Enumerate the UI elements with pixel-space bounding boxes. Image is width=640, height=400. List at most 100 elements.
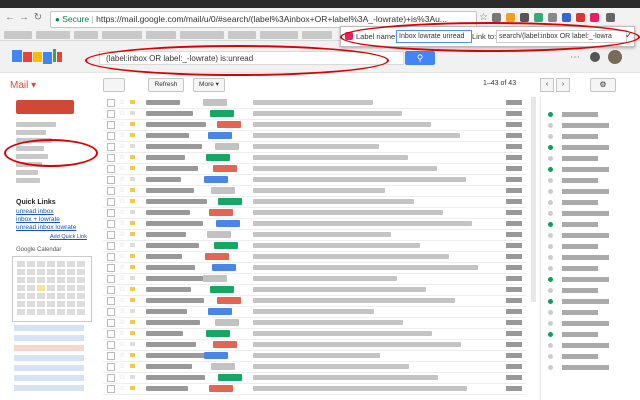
row-checkbox[interactable] — [107, 121, 115, 129]
apps-grid-icon[interactable]: ⋯ — [570, 52, 580, 63]
importance-marker-icon[interactable] — [130, 199, 135, 203]
bookmark-item[interactable] — [260, 31, 298, 39]
row-checkbox[interactable] — [107, 165, 115, 173]
bookmark-item[interactable] — [228, 31, 256, 39]
calendar-day[interactable] — [47, 269, 55, 275]
row-checkbox[interactable] — [107, 264, 115, 272]
extension-icon[interactable] — [492, 13, 501, 22]
agenda-item[interactable] — [14, 365, 84, 371]
calendar-day[interactable] — [57, 261, 65, 267]
star-icon[interactable]: ☆ — [119, 208, 125, 216]
importance-marker-icon[interactable] — [130, 353, 135, 357]
agenda-item[interactable] — [14, 335, 84, 341]
calendar-day[interactable] — [37, 309, 45, 315]
calendar-day[interactable] — [27, 301, 35, 307]
calendar-day[interactable] — [27, 293, 35, 299]
importance-marker-icon[interactable] — [130, 100, 135, 104]
settings-button[interactable]: ⚙ — [590, 78, 616, 92]
importance-marker-icon[interactable] — [130, 364, 135, 368]
extension-icon[interactable] — [590, 13, 599, 22]
notifications-icon[interactable] — [590, 52, 600, 62]
importance-marker-icon[interactable] — [130, 342, 135, 346]
star-icon[interactable]: ☆ — [119, 219, 125, 227]
importance-marker-icon[interactable] — [130, 177, 135, 181]
quick-link[interactable]: unread inbox lowrate — [16, 224, 76, 231]
calendar-day[interactable] — [67, 261, 75, 267]
forward-icon[interactable]: → — [18, 12, 30, 24]
star-icon[interactable]: ☆ — [119, 318, 125, 326]
calendar-day[interactable] — [27, 285, 35, 291]
star-icon[interactable]: ☆ — [119, 340, 125, 348]
message-row[interactable]: ☆ — [103, 383, 526, 395]
bookmark-item[interactable] — [36, 31, 70, 39]
bookmark-item[interactable] — [4, 31, 32, 39]
row-checkbox[interactable] — [107, 110, 115, 118]
row-checkbox[interactable] — [107, 209, 115, 217]
row-checkbox[interactable] — [107, 143, 115, 151]
extension-icon[interactable] — [576, 13, 585, 22]
calendar-day[interactable] — [27, 309, 35, 315]
quick-link[interactable]: inbox + lowrate — [16, 216, 60, 223]
select-all-checkbox[interactable] — [103, 78, 125, 92]
row-checkbox[interactable] — [107, 319, 115, 327]
calendar-day[interactable] — [67, 309, 75, 315]
row-checkbox[interactable] — [107, 385, 115, 393]
star-icon[interactable]: ☆ — [119, 131, 125, 139]
sidebar-item[interactable] — [16, 170, 38, 175]
agenda-item[interactable] — [14, 385, 84, 391]
calendar-day[interactable] — [17, 269, 25, 275]
calendar-day[interactable] — [27, 277, 35, 283]
importance-marker-icon[interactable] — [130, 188, 135, 192]
row-checkbox[interactable] — [107, 297, 115, 305]
calendar-day[interactable] — [47, 301, 55, 307]
row-checkbox[interactable] — [107, 341, 115, 349]
compose-button[interactable] — [16, 100, 74, 114]
row-checkbox[interactable] — [107, 176, 115, 184]
calendar-day[interactable] — [47, 309, 55, 315]
calendar-day[interactable] — [67, 269, 75, 275]
importance-marker-icon[interactable] — [130, 221, 135, 225]
calendar-day[interactable] — [77, 261, 85, 267]
extension-icon[interactable] — [562, 13, 571, 22]
refresh-button[interactable]: Refresh — [148, 78, 184, 92]
importance-marker-icon[interactable] — [130, 111, 135, 115]
calendar-day[interactable] — [57, 285, 65, 291]
star-icon[interactable]: ☆ — [119, 197, 125, 205]
calendar-day[interactable] — [57, 277, 65, 283]
importance-marker-icon[interactable] — [130, 386, 135, 390]
row-checkbox[interactable] — [107, 242, 115, 250]
star-icon[interactable]: ☆ — [119, 186, 125, 194]
extension-icon[interactable] — [506, 13, 515, 22]
back-icon[interactable]: ← — [4, 12, 16, 24]
extension-icon[interactable] — [534, 13, 543, 22]
importance-marker-icon[interactable] — [130, 254, 135, 258]
star-icon[interactable]: ☆ — [119, 109, 125, 117]
calendar-day[interactable] — [37, 285, 45, 291]
calendar-day[interactable] — [17, 285, 25, 291]
mail-switcher[interactable]: Mail ▾ — [10, 80, 36, 91]
sidebar-item[interactable] — [16, 122, 56, 127]
calendar-day[interactable] — [67, 293, 75, 299]
agenda-item[interactable] — [14, 375, 84, 381]
row-checkbox[interactable] — [107, 198, 115, 206]
star-icon[interactable]: ☆ — [119, 274, 125, 282]
row-checkbox[interactable] — [107, 330, 115, 338]
star-icon[interactable]: ☆ — [119, 307, 125, 315]
star-icon[interactable]: ☆ — [119, 120, 125, 128]
row-checkbox[interactable] — [107, 275, 115, 283]
bookmark-item[interactable] — [180, 31, 224, 39]
star-icon[interactable]: ☆ — [119, 241, 125, 249]
star-icon[interactable]: ☆ — [119, 153, 125, 161]
star-icon[interactable]: ☆ — [119, 329, 125, 337]
calendar-day[interactable] — [17, 309, 25, 315]
star-icon[interactable]: ☆ — [119, 98, 125, 106]
reload-icon[interactable]: ↻ — [32, 12, 44, 24]
sidebar-item[interactable] — [16, 130, 46, 135]
calendar-day[interactable] — [27, 261, 35, 267]
quick-link[interactable]: unread inbox — [16, 208, 54, 215]
star-icon[interactable]: ☆ — [119, 142, 125, 150]
calendar-day[interactable] — [17, 301, 25, 307]
calendar-day[interactable] — [77, 309, 85, 315]
calendar-day[interactable] — [77, 293, 85, 299]
calendar-day[interactable] — [77, 285, 85, 291]
